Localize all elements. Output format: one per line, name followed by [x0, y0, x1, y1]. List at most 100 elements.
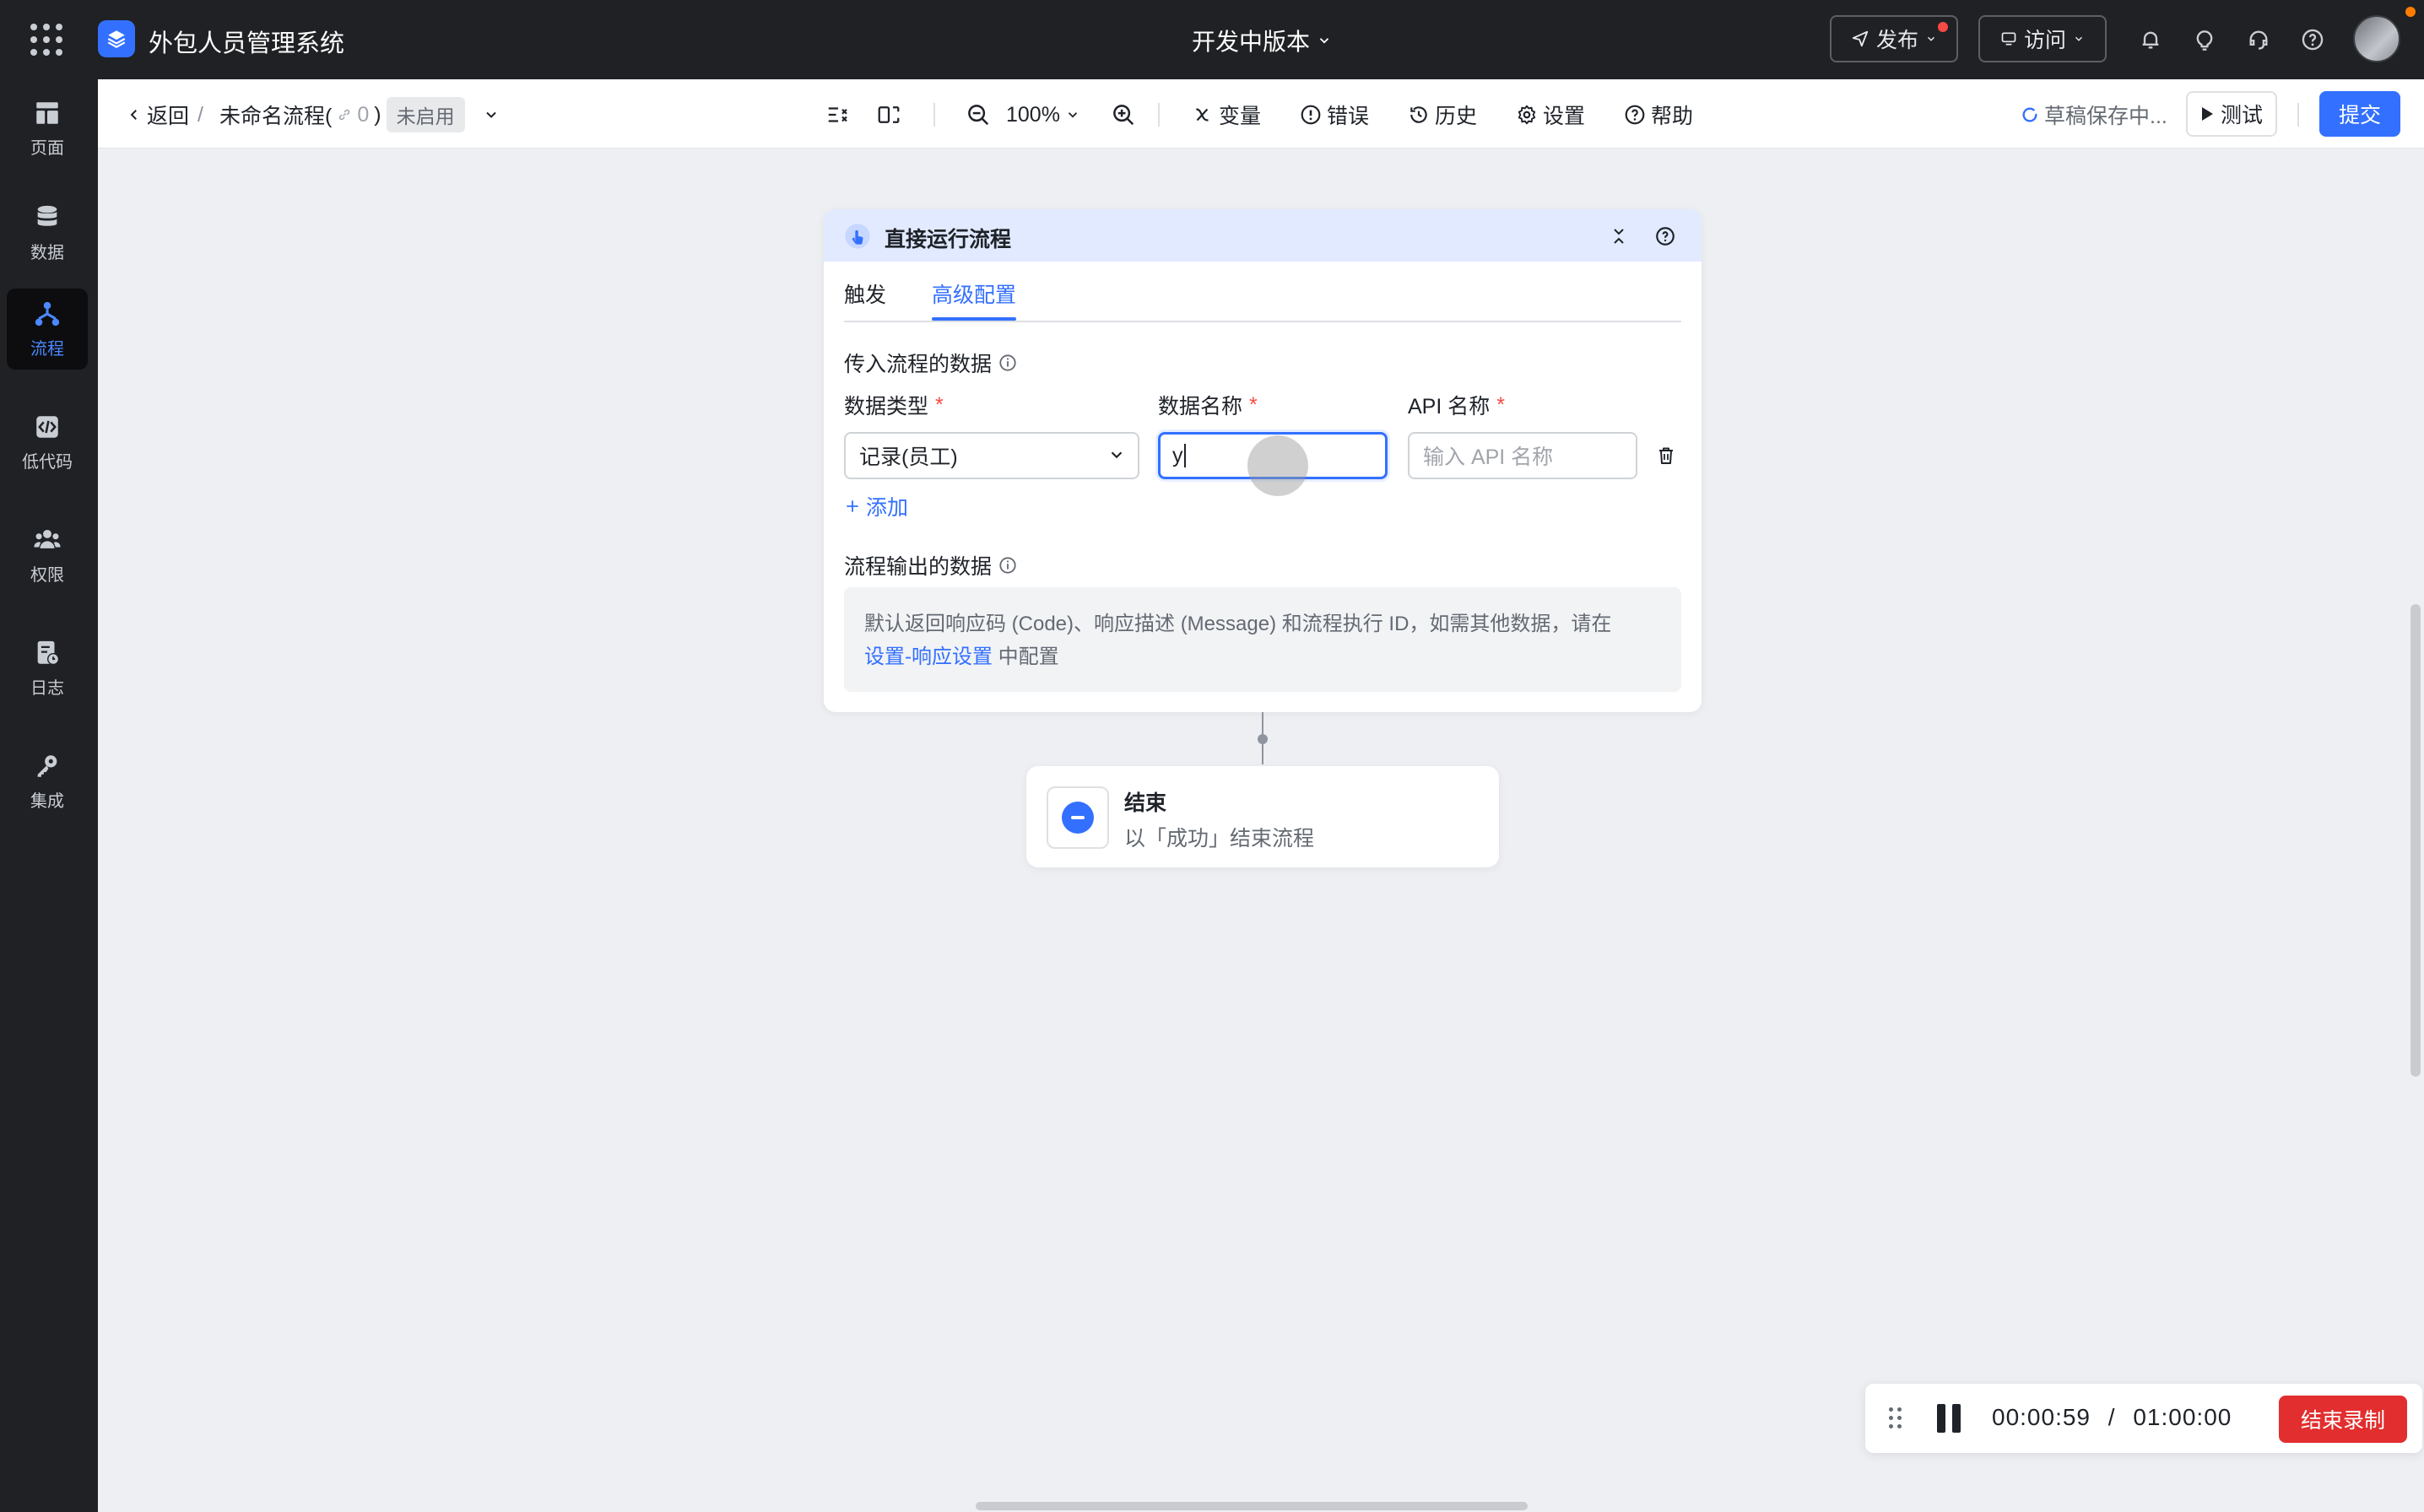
vertical-scrollbar[interactable] [2410, 604, 2421, 1077]
input-section-title: 传入流程的数据 [844, 348, 1017, 378]
visit-label: 访问 [2023, 29, 2066, 52]
sidebar-item-label: 低代码 [22, 452, 73, 472]
settings-button[interactable]: 设置 [1516, 98, 1585, 132]
add-field-button[interactable]: 添加 [844, 491, 908, 521]
avatar-status-dot [2405, 7, 2416, 17]
zoom-out-button[interactable] [966, 98, 991, 132]
required-mark: * [935, 392, 944, 417]
data-type-text: 数据类型 [844, 395, 929, 418]
stop-icon [1062, 802, 1094, 834]
breadcrumb[interactable]: 未命名流程( 0 ) 未启用 [219, 97, 465, 132]
data-type-label: 数据类型 * [844, 390, 944, 420]
help-icon[interactable] [2296, 23, 2329, 57]
response-settings-link[interactable]: 设置-响应设置 [864, 645, 993, 668]
app-grid-icon[interactable] [30, 24, 62, 56]
end-node-title: 结束 [1124, 791, 1167, 815]
time-separator: / [2107, 1404, 2116, 1430]
collapse-icon[interactable] [1609, 226, 1629, 246]
lightbulb-icon[interactable] [2188, 23, 2221, 57]
end-node-description: 以「成功」结束流程 [1124, 827, 1315, 850]
active-tab-indicator [932, 317, 1016, 321]
chevron-down-icon [1111, 451, 1123, 459]
layout-icon [878, 106, 900, 123]
link-count: 0 [357, 102, 370, 127]
end-node-icon-frame [1047, 786, 1109, 849]
bell-icon[interactable] [2134, 23, 2167, 57]
errors-button[interactable]: 错误 [1300, 98, 1369, 132]
history-icon [1410, 106, 1427, 123]
avatar[interactable] [2353, 15, 2400, 62]
data-name-value: y [1172, 443, 1183, 467]
help-icon[interactable] [1654, 225, 1676, 247]
card-header: 直接运行流程 [824, 209, 1702, 262]
drag-handle-icon[interactable] [1889, 1407, 1902, 1429]
plus-icon [847, 500, 858, 512]
chevron-down-icon [486, 111, 496, 118]
headset-icon[interactable] [2242, 23, 2275, 57]
submit-button[interactable]: 提交 [2319, 91, 2400, 137]
error-icon [1301, 105, 1321, 125]
database-icon [37, 205, 57, 226]
variable-icon [1196, 108, 1209, 122]
link-icon [339, 109, 350, 121]
toolbar-divider [1158, 103, 1160, 127]
sidebar-item-logs[interactable]: 日志 [7, 628, 88, 709]
history-label: 历史 [1435, 105, 1478, 128]
sidebar-item-permissions[interactable]: 权限 [7, 515, 88, 596]
end-node-card[interactable]: 结束 以「成功」结束流程 [1026, 766, 1499, 867]
chevron-down-icon [1319, 38, 1329, 44]
back-button[interactable]: 返回 [127, 98, 189, 132]
page-icon [36, 101, 58, 124]
toolbar-divider [2297, 103, 2299, 127]
sidebar-item-lowcode[interactable]: 低代码 [7, 402, 88, 483]
key-icon [37, 754, 57, 777]
elapsed-time: 00:00:59 [1992, 1404, 2091, 1430]
tab-advanced-config[interactable]: 高级配置 [932, 278, 1016, 309]
notification-dot [1938, 22, 1948, 32]
layout-button[interactable] [876, 98, 901, 132]
zoom-level-select[interactable]: 100% [1006, 98, 1080, 132]
sidebar-item-data[interactable]: 数据 [7, 192, 88, 273]
zoom-in-button[interactable] [1111, 98, 1136, 132]
visit-button[interactable]: 访问 [1978, 15, 2107, 62]
sidebar-item-label: 数据 [30, 243, 64, 262]
flow-icon [35, 301, 60, 326]
connector-dot[interactable] [1258, 734, 1268, 744]
sidebar-item-integration[interactable]: 集成 [7, 741, 88, 822]
tab-trigger[interactable]: 触发 [844, 278, 886, 309]
api-name-input[interactable]: 输入 API 名称 [1408, 432, 1637, 479]
zoom-in-icon [1113, 105, 1134, 126]
save-status-label: 草稿保存中... [2044, 105, 2167, 128]
stop-recording-button[interactable]: 结束录制 [2279, 1396, 2407, 1443]
test-label: 测试 [2220, 104, 2263, 127]
sidebar-item-flow[interactable]: 流程 [7, 289, 88, 370]
data-type-value: 记录(员工) [859, 446, 958, 469]
trash-icon[interactable] [1653, 442, 1680, 469]
pause-button[interactable] [1934, 1404, 1963, 1433]
sidebar-item-label: 流程 [30, 339, 64, 359]
users-icon [34, 529, 61, 548]
horizontal-scrollbar[interactable] [976, 1502, 1528, 1510]
variables-button[interactable]: 变量 [1192, 98, 1261, 132]
send-icon [1852, 30, 1869, 47]
info-icon[interactable] [998, 556, 1017, 575]
required-mark: * [1496, 392, 1505, 417]
help-button[interactable]: 帮助 [1624, 98, 1693, 132]
help-label: 帮助 [1651, 105, 1694, 128]
version-selector[interactable]: 开发中版本 [1192, 24, 1332, 57]
input-section-label: 传入流程的数据 [844, 353, 993, 376]
back-label: 返回 [147, 105, 190, 128]
history-button[interactable]: 历史 [1408, 98, 1477, 132]
help-icon [1625, 105, 1645, 125]
flow-menu-chevron[interactable] [483, 98, 500, 132]
data-type-select[interactable]: 记录(员工) [844, 432, 1139, 479]
test-button[interactable]: 测试 [2186, 91, 2277, 137]
output-section-title: 流程输出的数据 [844, 550, 1017, 580]
recording-timer: 00:00:59 / 01:00:00 [1992, 1404, 2232, 1431]
sidebar: 页面 数据 流程 低代码 权限 日志 集成 [0, 79, 98, 1512]
sidebar-item-pages[interactable]: 页面 [7, 88, 88, 169]
publish-button[interactable]: 发布 [1830, 15, 1958, 62]
info-icon[interactable] [998, 354, 1017, 372]
collapse-all-button[interactable] [825, 98, 851, 132]
add-label: 添加 [866, 496, 909, 520]
